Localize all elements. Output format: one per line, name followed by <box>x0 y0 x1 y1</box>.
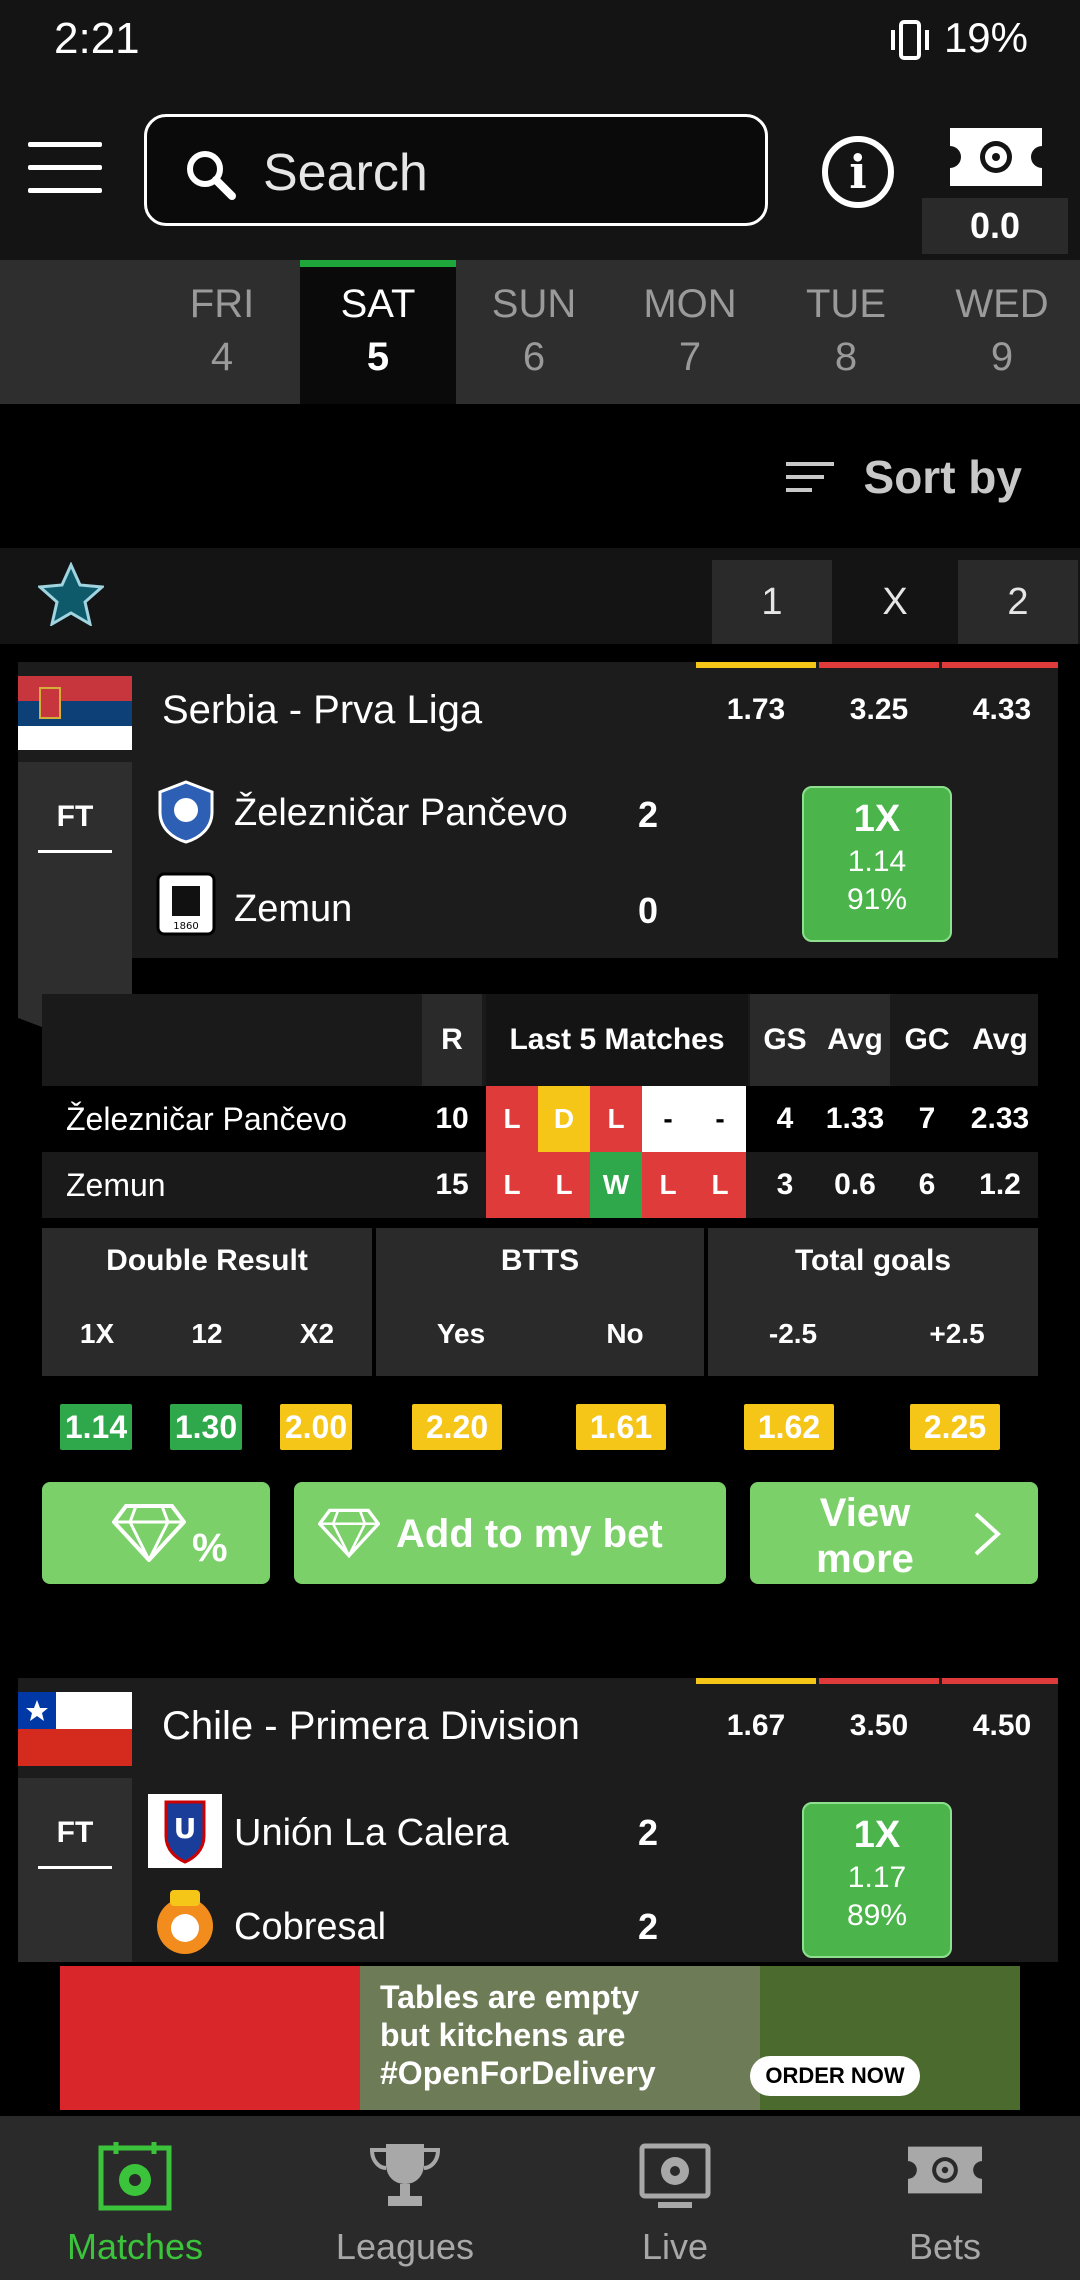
stats-table: R Last 5 Matches GS Avg GC Avg Železniča… <box>42 994 1038 1218</box>
chevron-right-icon <box>974 1512 1001 1556</box>
ad-banner[interactable]: Tables are empty but kitchens are #OpenF… <box>60 1966 1020 2110</box>
day-tab-sat[interactable]: SAT 5 <box>300 260 456 404</box>
clock: 2:21 <box>54 14 140 63</box>
status-bar: 2:21 19% <box>0 0 1080 80</box>
odd-pill[interactable]: 1.61 <box>576 1404 666 1450</box>
day-tab-wed[interactable]: WED 9 <box>924 260 1080 404</box>
sort-button[interactable]: Sort by <box>864 450 1022 504</box>
vibrate-icon <box>890 18 930 67</box>
battery-level: 19% <box>943 14 1028 61</box>
search-placeholder: Search <box>263 144 428 202</box>
sort-icon[interactable] <box>786 462 834 501</box>
odds-header: 1 X 2 <box>0 548 1080 644</box>
odds-1[interactable]: 1.67 <box>696 1678 816 1764</box>
stats-row: Železničar Pančevo 10 L D L - - 4 1.33 7… <box>42 1086 1038 1152</box>
away-team: Cobresal <box>234 1906 387 1948</box>
odd-pill[interactable]: 2.00 <box>280 1404 352 1450</box>
col-header-1[interactable]: 1 <box>712 560 832 644</box>
odd-pill[interactable]: 1.14 <box>60 1404 132 1450</box>
markets-panel: Double Result 1X 12 X2 BTTS Yes No Total… <box>42 1228 1038 1376</box>
svg-text:1860: 1860 <box>173 921 198 932</box>
odds-x[interactable]: 3.25 <box>819 662 939 748</box>
diamond-icon <box>112 1504 186 1562</box>
favorite-star-icon[interactable] <box>38 562 104 626</box>
diamond-icon <box>318 1508 380 1558</box>
team-logo: U <box>148 1794 222 1868</box>
odd-pill[interactable]: 1.62 <box>744 1404 834 1450</box>
odds-2[interactable]: 4.33 <box>942 662 1062 748</box>
team-logo <box>157 1890 213 1954</box>
prediction-tip[interactable]: 1X 1.14 91% <box>802 786 952 942</box>
trophy-icon <box>369 2144 441 2206</box>
col-header-2[interactable]: 2 <box>958 560 1078 644</box>
ticket-icon <box>950 128 1042 186</box>
nav-leagues[interactable]: Leagues <box>270 2116 540 2280</box>
day-tab-mon[interactable]: MON 7 <box>612 260 768 404</box>
odds-2[interactable]: 4.50 <box>942 1678 1058 1764</box>
ticket-icon <box>908 2146 982 2194</box>
nav-live[interactable]: Live <box>540 2116 810 2280</box>
betslip-count: 0.0 <box>922 198 1068 254</box>
prediction-tip[interactable]: 1X 1.17 89% <box>802 1802 952 1958</box>
ad-cta-button[interactable]: ORDER NOW <box>750 2056 920 2096</box>
calendar-ball-icon <box>98 2142 172 2211</box>
sort-bar: Sort by <box>0 404 1080 548</box>
odds-x[interactable]: 3.50 <box>819 1678 939 1764</box>
serbia-flag-icon <box>18 676 132 750</box>
team-logo: 1860 <box>156 872 216 936</box>
col-header-x[interactable]: X <box>835 560 955 644</box>
info-icon[interactable]: i <box>822 136 894 208</box>
menu-icon[interactable] <box>28 142 102 194</box>
stats-row: Zemun 15 L L W L L 3 0.6 6 1.2 <box>42 1152 1038 1218</box>
match-card[interactable]: Serbia - Prva Liga 1.73 3.25 4.33 FT Žel… <box>18 662 1058 1062</box>
home-score: 2 <box>638 794 659 835</box>
svg-text:U: U <box>174 1812 197 1845</box>
nav-matches[interactable]: Matches <box>0 2116 270 2280</box>
away-score: 2 <box>638 1906 659 1947</box>
view-more-button[interactable]: View more <box>750 1482 1038 1584</box>
day-tab-fri[interactable]: FRI 4 <box>144 260 300 404</box>
odd-pill[interactable]: 2.25 <box>910 1404 1000 1450</box>
value-bet-button[interactable]: % <box>42 1482 270 1584</box>
search-input[interactable]: Search <box>144 114 768 226</box>
ad-bag-image <box>60 1966 360 2110</box>
betslip-button[interactable]: 0.0 <box>922 124 1068 254</box>
match-card[interactable]: Chile - Primera Division 1.67 3.50 4.50 … <box>18 1678 1058 1962</box>
day-tab-tue[interactable]: TUE 8 <box>768 260 924 404</box>
home-score: 2 <box>638 1812 659 1853</box>
league-name: Serbia - Prva Liga <box>162 688 483 732</box>
day-tab-sun[interactable]: SUN 6 <box>456 260 612 404</box>
chile-flag-icon <box>18 1692 132 1766</box>
away-score: 0 <box>638 890 659 931</box>
market-total-goals: Total goals -2.5 +2.5 <box>708 1228 1038 1376</box>
away-team: Zemun <box>234 888 353 930</box>
odd-pill[interactable]: 1.30 <box>170 1404 242 1450</box>
odds-1[interactable]: 1.73 <box>696 662 816 748</box>
stats-header: R Last 5 Matches GS Avg GC Avg <box>42 994 1038 1086</box>
home-team: Železničar Pančevo <box>234 792 568 834</box>
bottom-nav: Matches Leagues Live Bets <box>0 2116 1080 2280</box>
tv-ball-icon <box>639 2143 711 2208</box>
home-team: Unión La Calera <box>234 1812 509 1854</box>
date-selector: FRI 4 SAT 5 SUN 6 MON 7 TUE 8 WED 9 <box>0 260 1080 631</box>
team-logo <box>158 780 214 844</box>
add-to-bet-button[interactable]: Add to my bet <box>294 1482 726 1584</box>
market-btts: BTTS Yes No <box>376 1228 704 1376</box>
search-icon <box>187 151 236 200</box>
match-status: FT <box>18 1778 132 1962</box>
nav-bets[interactable]: Bets <box>810 2116 1080 2280</box>
league-name: Chile - Primera Division <box>162 1704 580 1748</box>
market-double-result: Double Result 1X 12 X2 <box>42 1228 372 1376</box>
odd-pill[interactable]: 2.20 <box>412 1404 502 1450</box>
